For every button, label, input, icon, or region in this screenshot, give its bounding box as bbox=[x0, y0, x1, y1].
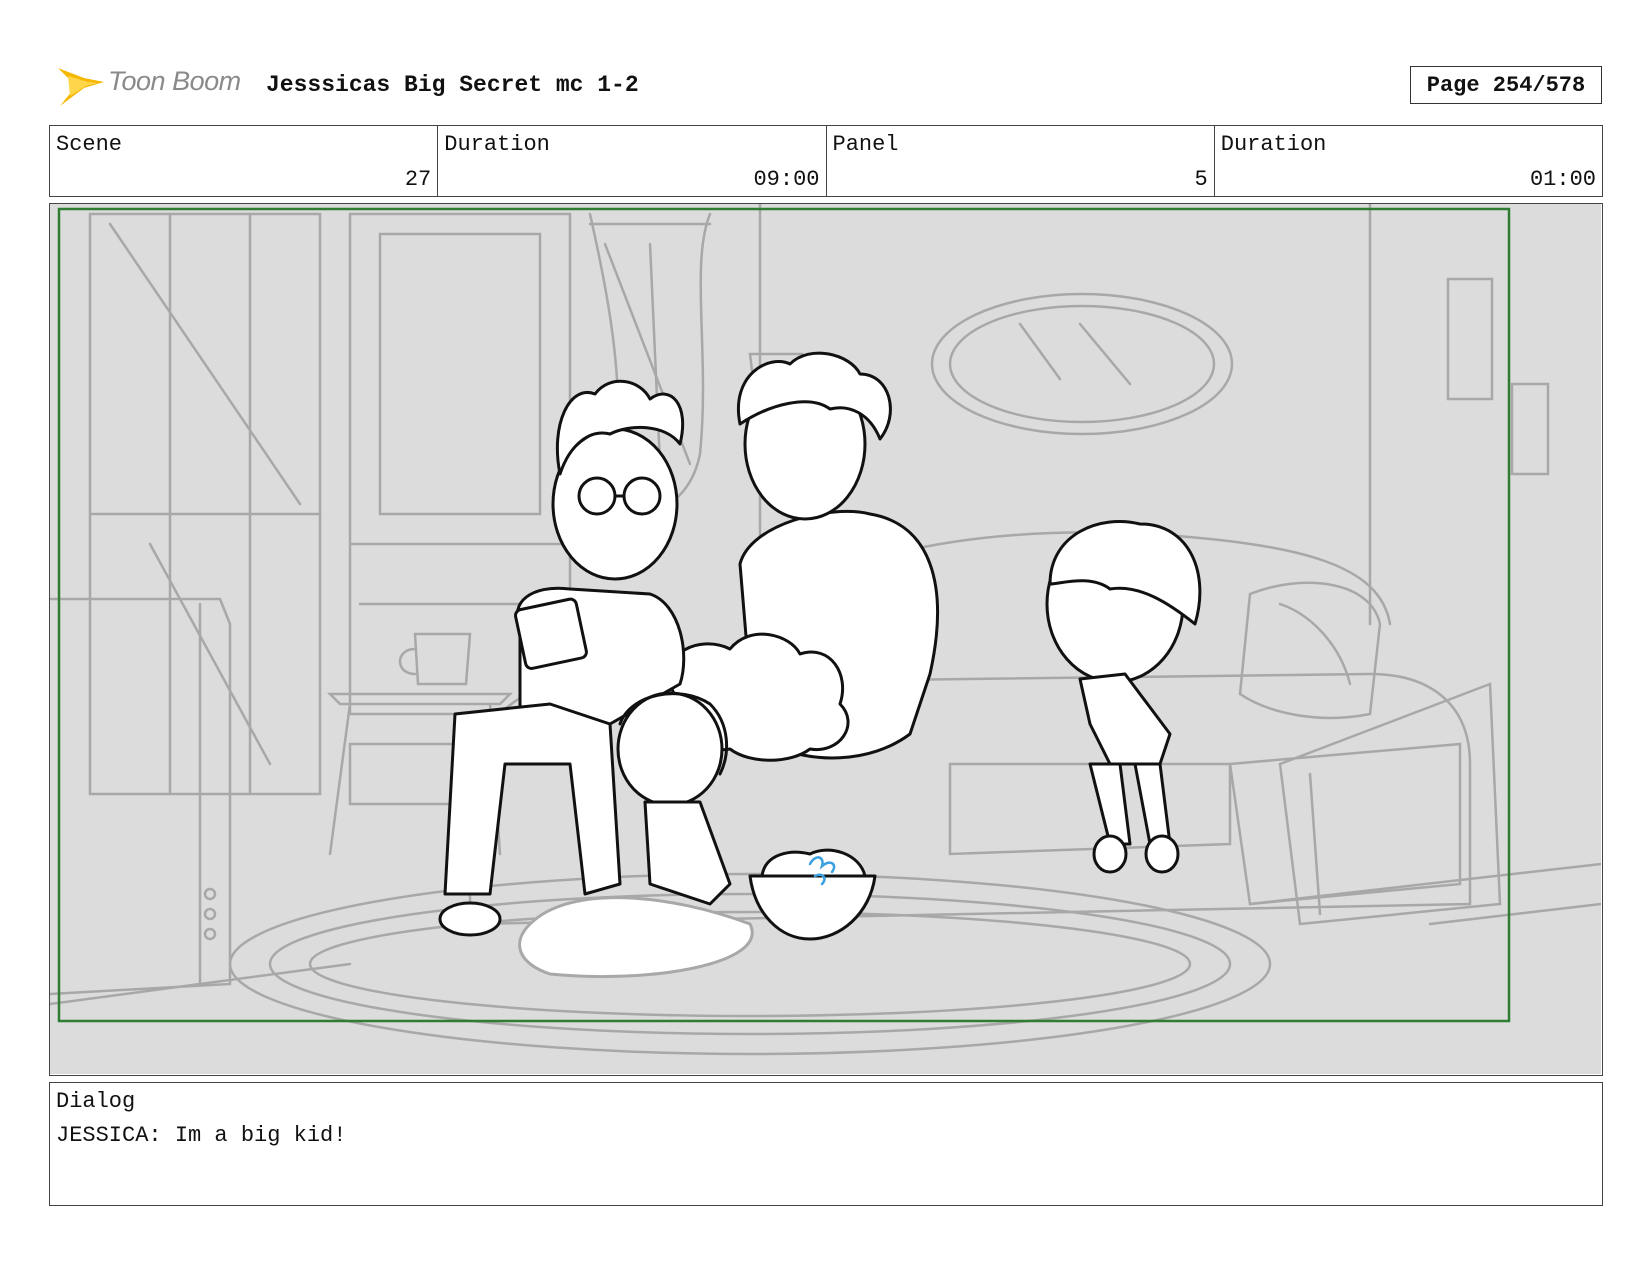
living-room-sketch bbox=[50, 204, 1601, 1074]
phone-in-hand bbox=[514, 597, 588, 670]
panel-duration-label: Duration bbox=[1220, 132, 1327, 157]
panel-label: Panel bbox=[832, 132, 899, 157]
star-burst-icon bbox=[58, 68, 104, 106]
scene-label: Scene bbox=[56, 132, 123, 157]
panel-info-row: Scene 27 Duration 09:00 Panel 5 Duration… bbox=[49, 125, 1603, 197]
logo-text: Toon Boom bbox=[108, 66, 241, 96]
panel-cell: Panel 5 bbox=[827, 126, 1215, 196]
panel-duration-cell: Duration 01:00 bbox=[1215, 126, 1602, 196]
scene-duration-value: 09:00 bbox=[753, 167, 820, 192]
document-title: Jesssicas Big Secret mc 1-2 bbox=[266, 72, 639, 98]
storyboard-panel-image bbox=[49, 203, 1603, 1076]
jessica-face bbox=[616, 691, 724, 807]
scene-duration-cell: Duration 09:00 bbox=[438, 126, 827, 196]
scene-value: 27 bbox=[404, 167, 432, 192]
dialog-text: JESSICA: Im a big kid! bbox=[56, 1123, 347, 1148]
panel-duration-value: 01:00 bbox=[1529, 167, 1596, 192]
dialog-label: Dialog bbox=[56, 1089, 136, 1114]
page-number: Page 254/578 bbox=[1410, 66, 1602, 104]
scene-duration-label: Duration bbox=[444, 132, 550, 157]
panel-value: 5 bbox=[1194, 167, 1208, 192]
toon-boom-logo: Toon Boom bbox=[54, 58, 250, 114]
scene-cell: Scene 27 bbox=[50, 126, 439, 196]
dialog-box: Dialog JESSICA: Im a big kid! bbox=[49, 1082, 1603, 1206]
